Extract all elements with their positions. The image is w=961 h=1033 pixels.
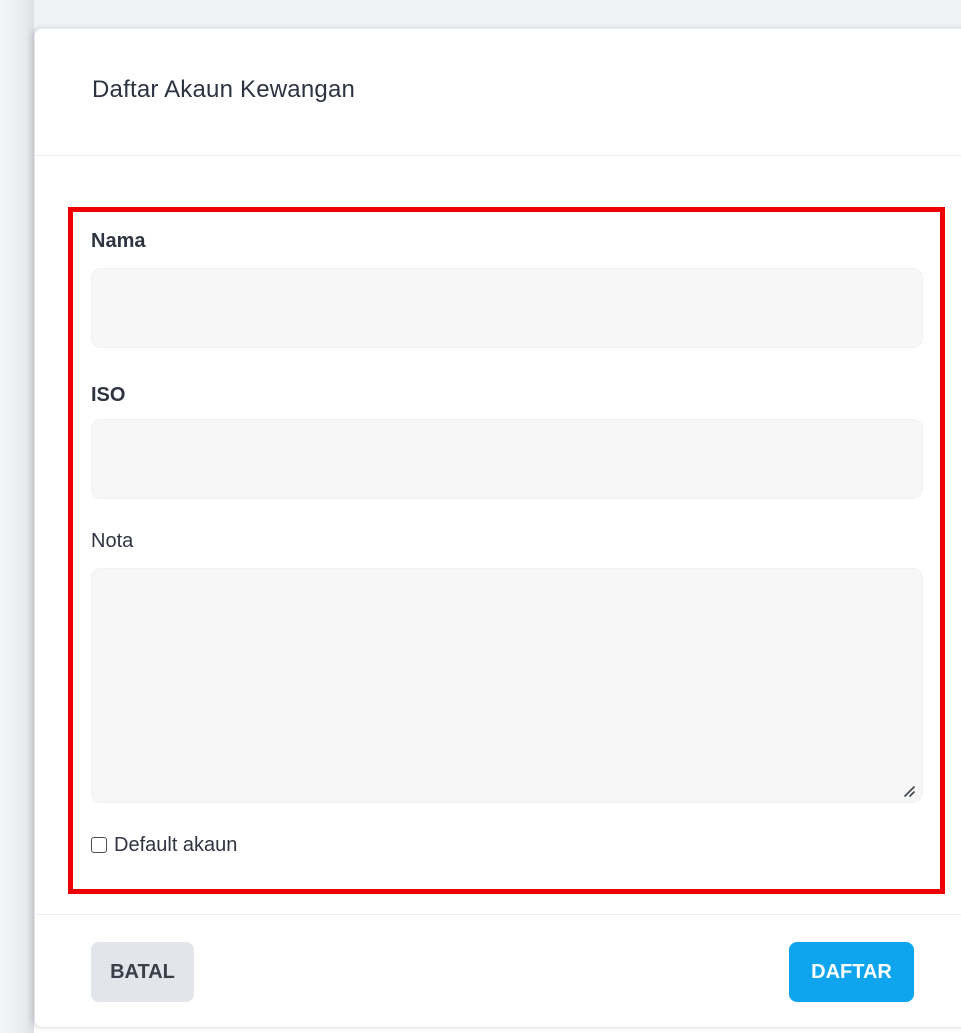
iso-input[interactable] bbox=[91, 419, 923, 499]
submit-button[interactable]: DAFTAR bbox=[789, 942, 914, 1002]
note-textarea[interactable] bbox=[91, 568, 923, 803]
modal-footer: BATAL DAFTAR bbox=[35, 914, 961, 1027]
default-account-label: Default akaun bbox=[114, 833, 238, 856]
name-input[interactable] bbox=[91, 268, 923, 348]
name-label: Nama bbox=[91, 230, 146, 252]
backdrop-shadow bbox=[0, 0, 34, 1033]
note-label: Nota bbox=[91, 530, 134, 552]
form-highlight-box: Nama ISO Nota Default akaun bbox=[68, 207, 945, 894]
modal-title: Daftar Akaun Kewangan bbox=[92, 76, 356, 103]
resize-grip-icon[interactable] bbox=[901, 783, 915, 797]
iso-label: ISO bbox=[91, 384, 126, 406]
note-textarea-wrapper bbox=[91, 568, 923, 803]
register-account-modal: Daftar Akaun Kewangan Nama ISO Nota Defa… bbox=[34, 28, 961, 1027]
cancel-button[interactable]: BATAL bbox=[91, 942, 194, 1002]
modal-header: Daftar Akaun Kewangan bbox=[35, 29, 961, 156]
default-account-row[interactable]: Default akaun bbox=[91, 832, 237, 858]
default-account-checkbox[interactable] bbox=[91, 837, 107, 853]
